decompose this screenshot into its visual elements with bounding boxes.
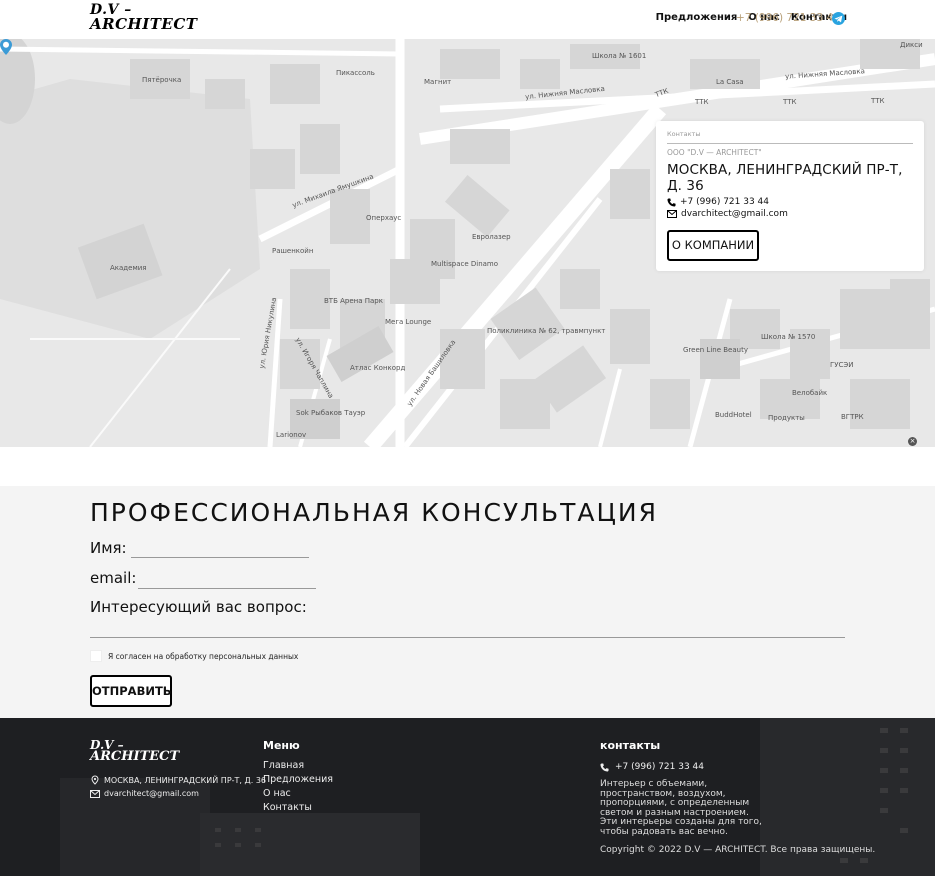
- footer-description: Интерьер с объемами, пространством, возд…: [600, 779, 762, 837]
- place-label: Green Line Beauty: [683, 346, 748, 354]
- about-company-button[interactable]: О КОМПАНИИ: [667, 230, 759, 261]
- consultation-section: ПРОФЕССИОНАЛЬНАЯ КОНСУЛЬТАЦИЯ Имя: email…: [0, 486, 935, 718]
- place-label: Оперхаус: [366, 214, 402, 222]
- place-label: ГУСЭИ: [830, 361, 854, 369]
- logo-line2: ARCHITECT: [90, 15, 198, 33]
- consent-label: Я согласен на обработку персональных дан…: [108, 652, 299, 661]
- consent-checkbox[interactable]: [90, 650, 102, 662]
- place-label: Дикси: [900, 41, 923, 49]
- card-divider: [667, 143, 913, 144]
- footer-copyright: Copyright © 2022 D.V — ARCHITECT. Все пр…: [600, 845, 876, 855]
- place-label: La Casa: [716, 78, 744, 86]
- email-label: email:: [90, 569, 137, 587]
- place-label: Пятёрочка: [142, 76, 182, 84]
- card-email[interactable]: dvarchitect@gmail.com: [681, 209, 788, 219]
- place-label: ВТБ Арена Парк: [324, 297, 383, 305]
- phone-icon: [600, 762, 609, 772]
- mail-icon: [667, 210, 677, 218]
- card-phone[interactable]: +7 (996) 721 33 44: [680, 197, 769, 207]
- logo[interactable]: D.V – ARCHITECT: [90, 3, 198, 33]
- header-phone[interactable]: +7 (996) 721 33 44: [736, 12, 840, 24]
- email-field[interactable]: [138, 588, 316, 589]
- footer-email[interactable]: dvarchitect@gmail.com: [104, 789, 199, 798]
- street-label: ТТК: [695, 98, 709, 106]
- phone-icon: [667, 197, 676, 207]
- nav-offers[interactable]: Предложения: [656, 12, 738, 23]
- footer-logo-line2: ARCHITECT: [90, 749, 180, 764]
- place-label: Магнит: [424, 78, 452, 86]
- card-org: ООО "D.V — ARCHITECT": [667, 148, 762, 157]
- footer-phone[interactable]: +7 (996) 721 33 44: [615, 762, 704, 772]
- place-label: ВГТРК: [841, 413, 864, 421]
- footer-email-row: dvarchitect@gmail.com: [90, 789, 199, 798]
- map-marker-icon[interactable]: [0, 39, 12, 55]
- place-label: BuddHotel: [715, 411, 752, 419]
- footer-menu-offers[interactable]: Предложения: [263, 774, 333, 785]
- place-label: Велобайк: [792, 389, 828, 397]
- marker-label: Multispace Dinamo: [431, 260, 499, 268]
- card-email-row: dvarchitect@gmail.com: [667, 209, 913, 219]
- question-field[interactable]: [90, 637, 845, 638]
- place-label: Пикассоль: [336, 69, 375, 77]
- place-label: Рашенкойн: [272, 247, 314, 255]
- telegram-icon[interactable]: [832, 12, 845, 25]
- submit-button[interactable]: ОТПРАВИТЬ: [90, 675, 172, 707]
- mail-icon: [90, 789, 100, 798]
- card-phone-row: +7 (996) 721 33 44: [667, 197, 913, 207]
- footer-menu-about[interactable]: О нас: [263, 788, 291, 799]
- footer-menu-contacts[interactable]: Контакты: [263, 802, 312, 813]
- location-icon: [91, 775, 99, 785]
- place-label: Larionov: [276, 431, 307, 439]
- site-header: D.V – ARCHITECT Предложения О нас Контак…: [0, 0, 935, 39]
- footer-contacts-title: контакты: [600, 739, 661, 752]
- contact-card: Контакты ООО "D.V — ARCHITECT" МОСКВА, Л…: [656, 121, 924, 271]
- name-field[interactable]: [131, 557, 309, 558]
- name-label: Имя:: [90, 539, 127, 557]
- footer-phone-row: +7 (996) 721 33 44: [600, 762, 704, 772]
- footer-address-row: МОСКВА, ЛЕНИНГРАДСКИЙ ПР-Т, Д. 36: [90, 775, 266, 785]
- street-label: ТТК: [871, 97, 885, 105]
- place-label: Школа № 1570: [761, 333, 816, 341]
- place-label: Евролазер: [472, 233, 511, 241]
- place-label: Поликлиника № 62, травмпункт: [487, 327, 606, 335]
- footer-menu-title: Меню: [263, 739, 300, 752]
- place-label: Академия: [110, 264, 147, 272]
- site-footer: D.V – ARCHITECT МОСКВА, ЛЕНИНГРАДСКИЙ ПР…: [0, 718, 935, 876]
- place-label: Атлас Конкорд: [350, 364, 406, 372]
- map-close-icon[interactable]: ×: [908, 437, 917, 446]
- footer-menu-home[interactable]: Главная: [263, 760, 304, 771]
- footer-address: МОСКВА, ЛЕНИНГРАДСКИЙ ПР-Т, Д. 36: [104, 775, 267, 785]
- place-label: Мега Lounge: [385, 318, 432, 326]
- place-label: Sok Рыбаков Тауэр: [296, 409, 366, 417]
- consultation-title: ПРОФЕССИОНАЛЬНАЯ КОНСУЛЬТАЦИЯ: [90, 498, 658, 527]
- card-caption: Контакты: [667, 130, 701, 138]
- question-label: Интересующий вас вопрос:: [90, 598, 307, 616]
- place-label: Продукты: [768, 414, 805, 422]
- footer-logo[interactable]: D.V – ARCHITECT: [90, 739, 179, 763]
- card-address: МОСКВА, ЛЕНИНГРАДСКИЙ ПР-Т, Д. 36: [667, 162, 903, 194]
- place-label: Школа № 1601: [592, 52, 647, 60]
- street-label: ТТК: [783, 98, 797, 106]
